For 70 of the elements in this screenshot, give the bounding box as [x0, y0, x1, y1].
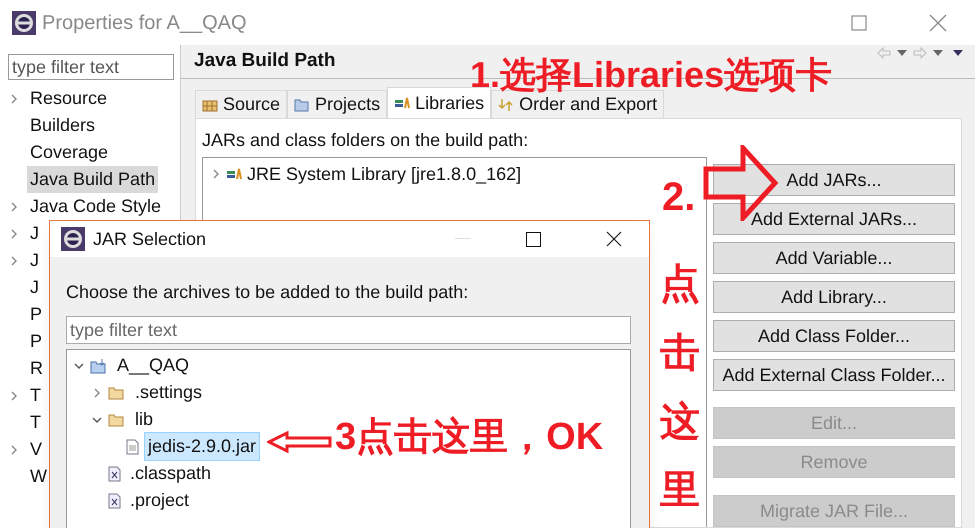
sidebar-item[interactable]: Resource [27, 85, 110, 112]
view-menu-icon[interactable] [953, 50, 963, 56]
tab[interactable]: Projects [287, 90, 388, 119]
list-item[interactable]: JRE System Library [jre1.8.0_162] [247, 160, 522, 188]
dialog-title: JAR Selection [93, 228, 206, 250]
sidebar-item[interactable]: Builders [27, 112, 98, 139]
app-logo-icon [12, 10, 36, 34]
chevron-right-icon[interactable] [8, 444, 18, 454]
chevron-right-icon[interactable] [8, 202, 18, 212]
sidebar-item[interactable]: J [27, 220, 42, 247]
chevron-right-icon[interactable] [211, 169, 221, 179]
chevron-right-icon[interactable] [8, 94, 18, 104]
chevron-right-icon[interactable] [8, 390, 18, 400]
chevron-right-icon[interactable] [8, 256, 18, 266]
sidebar-item[interactable]: W [27, 463, 50, 490]
chevron-down-icon[interactable] [74, 360, 84, 370]
tree-item[interactable]: lib [131, 405, 158, 434]
tab[interactable]: Libraries [387, 87, 492, 119]
filter-field[interactable]: type filter text [8, 54, 174, 80]
action-button[interactable]: Add Library... [713, 281, 955, 313]
filter-field[interactable]: type filter text [66, 316, 631, 344]
xml-file-icon [108, 492, 121, 508]
sidebar-item[interactable]: Java Code Style [27, 193, 164, 220]
package-icon [202, 98, 218, 112]
tab[interactable]: Source [195, 90, 288, 119]
maximize-icon[interactable] [526, 232, 541, 246]
tree-item[interactable]: jedis-2.9.0.jar [144, 432, 260, 461]
sidebar-item[interactable]: Java Build Path [27, 166, 158, 193]
list-label: JARs and class folders on the build path: [202, 129, 530, 152]
chevron-right-icon[interactable] [8, 228, 18, 238]
sidebar-item[interactable]: R [27, 355, 46, 382]
dropdown-icon[interactable] [933, 50, 943, 56]
sidebar-item[interactable]: V [27, 436, 46, 463]
sidebar-item[interactable]: J [27, 274, 42, 301]
project-folder-icon [90, 358, 108, 374]
chevron-down-icon[interactable] [92, 414, 102, 424]
tree-item[interactable]: .settings [131, 378, 206, 407]
dialog-message: Choose the archives to be added to the build path: [66, 281, 470, 304]
folder-icon [294, 98, 310, 112]
folder-icon [108, 412, 126, 426]
folder-icon [108, 386, 126, 400]
tree-item[interactable]: A__QAQ [113, 351, 194, 380]
annotation-text: 3点击这里，OK [335, 418, 604, 456]
annotation-text: 2. [662, 177, 696, 217]
xml-file-icon [108, 466, 121, 482]
sidebar-item[interactable]: J [27, 247, 42, 274]
sidebar-item[interactable]: Coverage [27, 139, 112, 166]
action-button[interactable]: Add Variable... [713, 242, 955, 274]
file-icon [126, 438, 139, 454]
left-arrow-icon [267, 430, 332, 454]
action-button[interactable]: Add Class Folder... [713, 320, 955, 352]
books-icon [226, 167, 242, 181]
sidebar-item[interactable]: T [27, 382, 44, 409]
app-logo-icon [61, 227, 85, 251]
sidebar-item[interactable]: P [27, 328, 46, 355]
sidebar-item[interactable]: T [27, 409, 44, 436]
page-title: Java Build Path [194, 49, 336, 74]
annotation-text: 点击这里 [660, 261, 700, 514]
dropdown-icon[interactable] [897, 50, 907, 56]
action-button[interactable]: Add JARs... [713, 164, 955, 196]
action-button[interactable]: Add External JARs... [713, 203, 955, 235]
window-title: Properties for A__QAQ [42, 10, 247, 36]
action-button[interactable]: Add External Class Folder... [713, 359, 955, 391]
close-icon[interactable] [606, 231, 622, 247]
sidebar-item[interactable]: P [27, 301, 46, 328]
books-icon [394, 96, 410, 110]
tree-item[interactable]: .project [126, 486, 194, 515]
swap-arrows-icon [498, 98, 514, 112]
chevron-right-icon[interactable] [92, 388, 102, 398]
tree-item[interactable]: .classpath [126, 459, 216, 488]
